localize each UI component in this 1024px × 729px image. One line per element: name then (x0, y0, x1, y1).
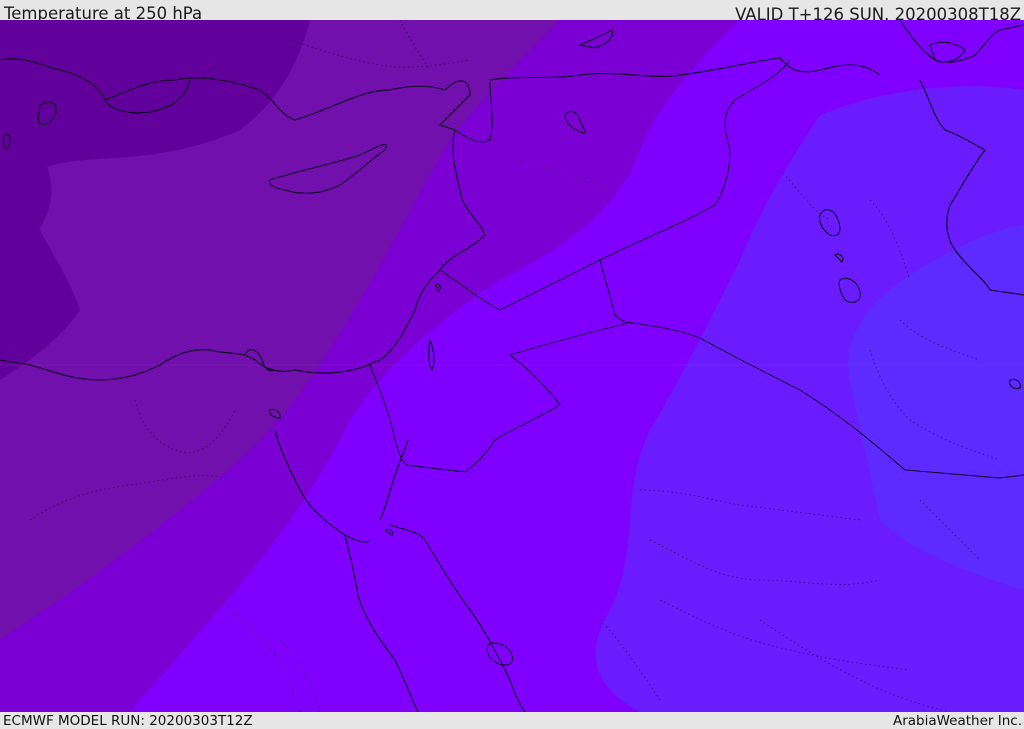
map-frame: Temperature at 250 hPa VALID T+126 SUN. … (0, 0, 1024, 729)
credit-label: ArabiaWeather Inc. (892, 712, 1022, 729)
model-run-label: ECMWF MODEL RUN: 20200303T12Z (3, 712, 253, 729)
temperature-map[interactable] (0, 20, 1024, 712)
